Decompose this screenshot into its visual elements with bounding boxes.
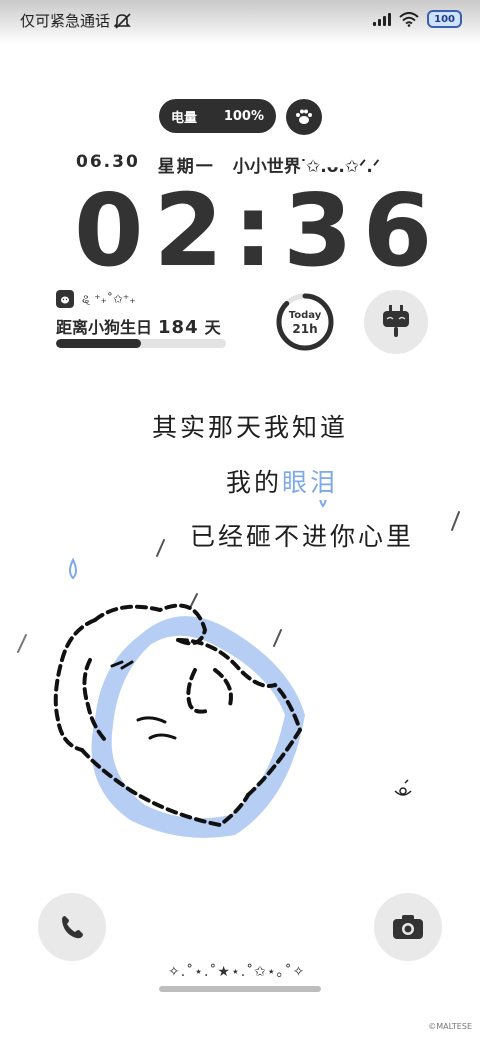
carrier-label: 仅可紧急通话 (20, 12, 111, 30)
lyric-line-2: 我的眼泪 (226, 463, 338, 499)
paw-icon (296, 109, 312, 124)
camera-icon (393, 915, 423, 939)
stars-decoration: ✧.˚⋆.˚★⋆.˚✩⋆｡˚✧ (168, 964, 306, 980)
countdown-deco: ୡ ⁺₊˚✩⁺₊ (82, 291, 136, 306)
plug-icon (383, 305, 409, 337)
countdown-label: 距离小狗生日 (56, 318, 153, 337)
today-ring-widget[interactable]: Today 21h (274, 291, 336, 353)
countdown-progress (56, 339, 226, 348)
ring-chart: Today 21h (276, 293, 334, 351)
lyric-line-1: 其实那天我知道 (152, 413, 349, 442)
phone-button[interactable] (38, 893, 106, 961)
battery-widget-value: 100% (223, 108, 264, 124)
lyric-line-2-b: 眼泪 (282, 468, 339, 497)
carrier-status: 仅可紧急通话 (20, 10, 132, 31)
home-indicator[interactable] (159, 986, 321, 992)
clock-time: 02:36 (74, 172, 443, 289)
battery-widget[interactable]: 电量 100% (159, 99, 276, 133)
status-icons: 100 (373, 10, 462, 28)
credit-text: ©MALTESE (428, 1022, 472, 1031)
crying-dog-illustration (17, 500, 460, 838)
battery-level: 100 (434, 13, 455, 25)
today-value: 21h (292, 322, 317, 336)
today-label: Today (289, 310, 322, 321)
sound-off-icon (114, 12, 131, 29)
battery-widget-label: 电量 (171, 110, 198, 126)
dog-face-icon (56, 290, 74, 308)
countdown-text: 距离小狗生日 184 天 (56, 314, 221, 338)
phone-icon (62, 916, 83, 939)
paw-button[interactable] (286, 99, 322, 135)
countdown-header: ୡ ⁺₊˚✩⁺₊ (56, 290, 136, 308)
countdown-unit: 天 (204, 318, 221, 337)
camera-button[interactable] (374, 893, 442, 961)
battery-indicator: 100 (427, 10, 462, 28)
countdown-progress-fill (56, 339, 141, 348)
signal-icon (373, 12, 392, 26)
charge-button[interactable] (364, 290, 428, 354)
lyric-line-2-a: 我的 (226, 468, 283, 497)
wifi-icon (399, 11, 419, 27)
countdown-days: 184 (158, 317, 199, 338)
